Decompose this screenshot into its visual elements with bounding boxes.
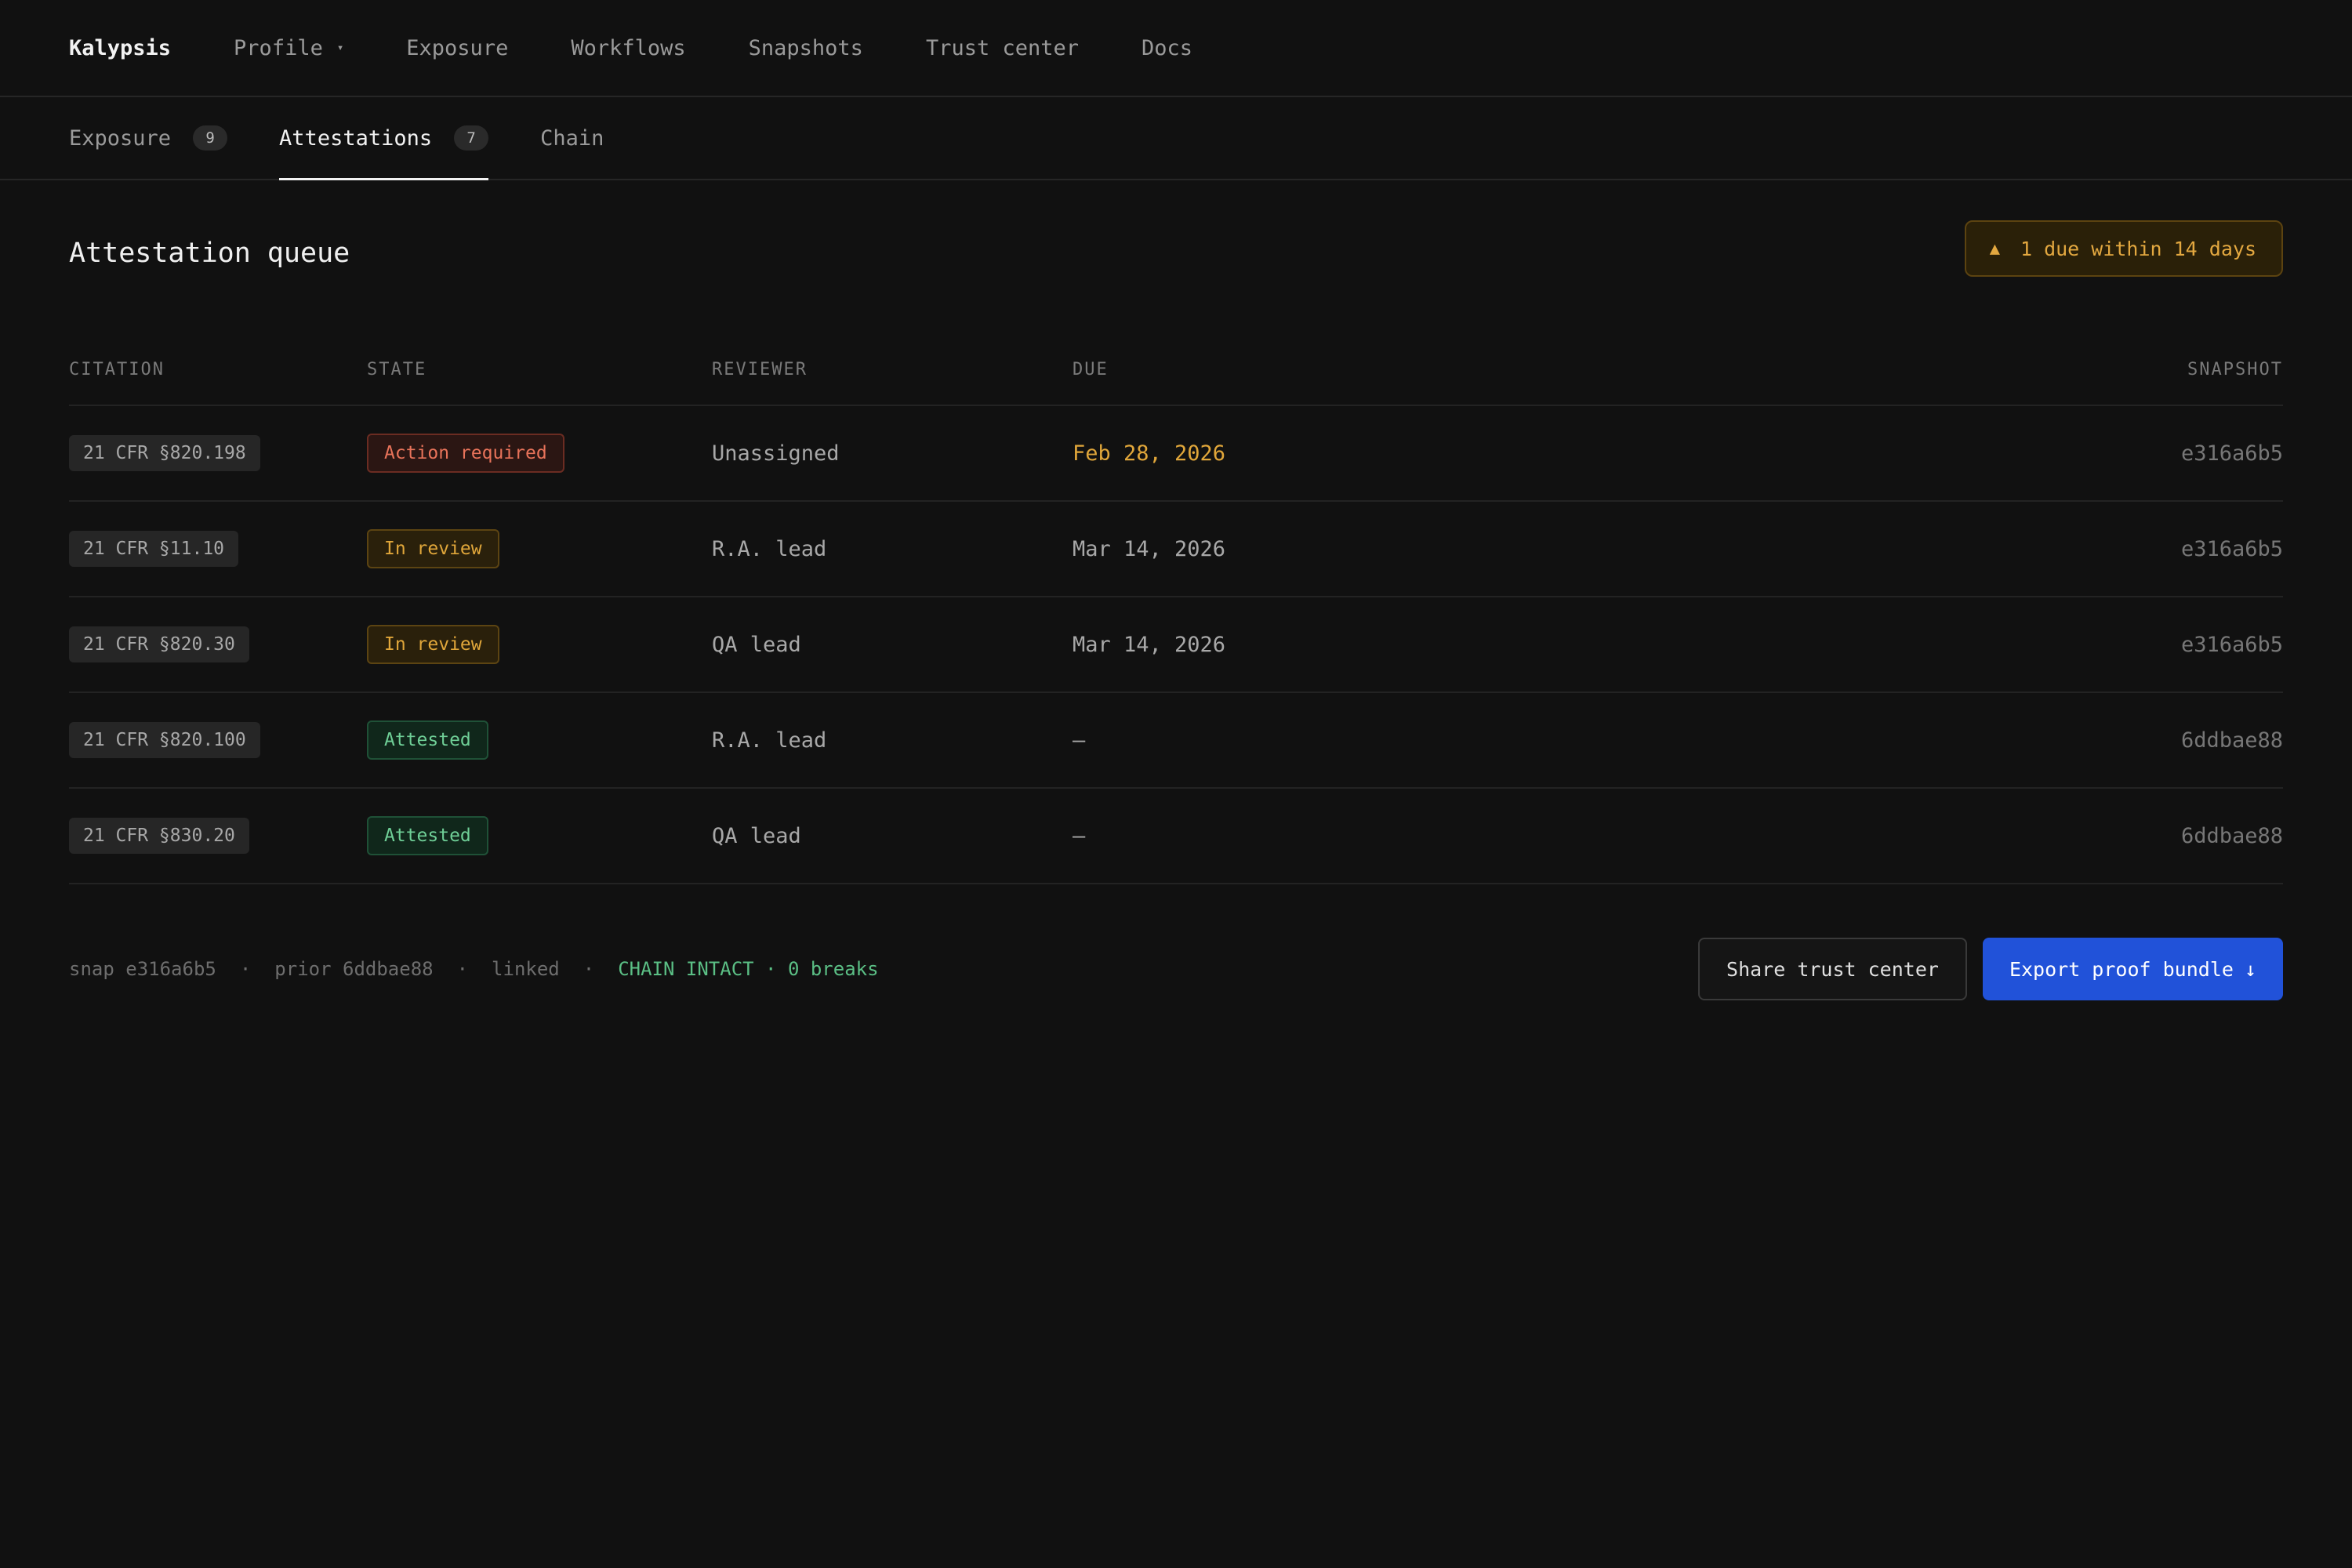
footer-bar: snap e316a6b5 · prior 6ddbae88 · linked … <box>69 884 2283 1054</box>
download-arrow-icon: ↓ <box>2244 957 2256 981</box>
share-trust-center-button[interactable]: Share trust center <box>1698 938 1967 1000</box>
table-row[interactable]: 21 CFR §11.10 In review R.A. lead Mar 14… <box>69 501 2283 597</box>
state-badge: In review <box>367 625 499 664</box>
citation-chip[interactable]: 21 CFR §820.198 <box>69 435 260 471</box>
nav-item-label: Profile <box>234 35 323 60</box>
brand-logo[interactable]: Kalypsis <box>69 36 171 60</box>
separator-dot: · <box>456 958 469 980</box>
table-row[interactable]: 21 CFR §820.198 Action required Unassign… <box>69 405 2283 502</box>
tab-exposure[interactable]: Exposure 9 <box>69 97 228 179</box>
tab-attestations[interactable]: Attestations 7 <box>279 97 489 180</box>
page-title: Attestation queue <box>69 238 350 269</box>
snapshot-hash: 6ddbae88 <box>1798 788 2283 884</box>
state-badge: Action required <box>367 434 564 473</box>
nav-item-profile[interactable]: Profile ▾ <box>234 36 343 60</box>
snapshot-prior: prior 6ddbae88 <box>274 958 434 980</box>
reviewer-cell: R.A. lead <box>712 501 1073 597</box>
table-row[interactable]: 21 CFR §830.20 Attested QA lead — 6ddbae… <box>69 788 2283 884</box>
reviewer-cell: QA lead <box>712 597 1073 693</box>
snapshot-hash: 6ddbae88 <box>1798 692 2283 789</box>
separator-dot: · <box>583 958 595 980</box>
nav-item-workflows[interactable]: Workflows <box>571 36 685 60</box>
tab-count-badge: 9 <box>193 125 228 151</box>
queue-header: Attestation queue ▲ 1 due within 14 days <box>69 180 2283 331</box>
due-date-cell: Mar 14, 2026 <box>1073 597 1799 693</box>
linked-status: linked <box>492 958 560 980</box>
nav-item-docs[interactable]: Docs <box>1142 36 1192 60</box>
due-date-cell: — <box>1073 692 1799 789</box>
due-warning-badge: ▲ 1 due within 14 days <box>1964 220 2283 277</box>
state-badge: Attested <box>367 816 488 855</box>
column-header-reviewer: REVIEWER <box>712 331 1073 406</box>
tab-label: Chain <box>540 125 604 151</box>
tab-chain[interactable]: Chain <box>540 97 604 179</box>
snapshot-hash: e316a6b5 <box>1798 405 2283 502</box>
reviewer-cell: R.A. lead <box>712 692 1073 789</box>
nav-item-trust-center[interactable]: Trust center <box>926 36 1079 60</box>
snapshot-hash: e316a6b5 <box>1798 501 2283 597</box>
table-row[interactable]: 21 CFR §820.30 In review QA lead Mar 14,… <box>69 597 2283 693</box>
snapshot-hash: e316a6b5 <box>1798 597 2283 693</box>
state-badge: Attested <box>367 720 488 760</box>
citation-chip[interactable]: 21 CFR §830.20 <box>69 818 249 854</box>
separator-dot: · <box>239 958 252 980</box>
nav-item-snapshots[interactable]: Snapshots <box>749 36 863 60</box>
column-header-due: DUE <box>1073 331 1799 406</box>
tab-count-badge: 7 <box>454 125 489 151</box>
state-badge: In review <box>367 529 499 568</box>
snapshot-current: snap e316a6b5 <box>69 958 216 980</box>
tab-label: Attestations <box>279 125 433 151</box>
chevron-down-icon: ▾ <box>336 42 344 54</box>
table-row[interactable]: 21 CFR §820.100 Attested R.A. lead — 6dd… <box>69 692 2283 789</box>
column-header-snapshot: SNAPSHOT <box>1798 331 2283 406</box>
main-content: Attestation queue ▲ 1 due within 14 days… <box>0 180 2352 1054</box>
due-date-cell: Mar 14, 2026 <box>1073 501 1799 597</box>
chain-intact-status: CHAIN INTACT · 0 breaks <box>618 958 879 980</box>
table-header-row: CITATION STATE REVIEWER DUE SNAPSHOT <box>69 331 2283 406</box>
citation-chip[interactable]: 21 CFR §11.10 <box>69 531 239 567</box>
attestation-table: CITATION STATE REVIEWER DUE SNAPSHOT 21 … <box>69 331 2283 884</box>
tab-label: Exposure <box>69 125 172 151</box>
column-header-state: STATE <box>367 331 712 406</box>
export-proof-bundle-button[interactable]: Export proof bundle ↓ <box>1982 938 2283 1000</box>
column-header-citation: CITATION <box>69 331 367 406</box>
reviewer-cell: QA lead <box>712 788 1073 884</box>
sub-tabs: Exposure 9 Attestations 7 Chain <box>0 97 2352 180</box>
export-button-label: Export proof bundle <box>2009 957 2234 981</box>
nav-item-exposure[interactable]: Exposure <box>406 36 508 60</box>
warning-icon: ▲ <box>1989 238 2000 259</box>
citation-chip[interactable]: 21 CFR §820.100 <box>69 722 260 758</box>
reviewer-cell: Unassigned <box>712 405 1073 502</box>
top-nav: Kalypsis Profile ▾ Exposure Workflows Sn… <box>0 0 2352 97</box>
due-warning-text: 1 due within 14 days <box>2020 237 2256 260</box>
citation-chip[interactable]: 21 CFR §820.30 <box>69 626 249 662</box>
due-date-cell: — <box>1073 788 1799 884</box>
footer-actions: Share trust center Export proof bundle ↓ <box>1698 938 2283 1000</box>
due-date-cell: Feb 28, 2026 <box>1073 405 1799 502</box>
chain-status-line: snap e316a6b5 · prior 6ddbae88 · linked … <box>69 958 879 980</box>
